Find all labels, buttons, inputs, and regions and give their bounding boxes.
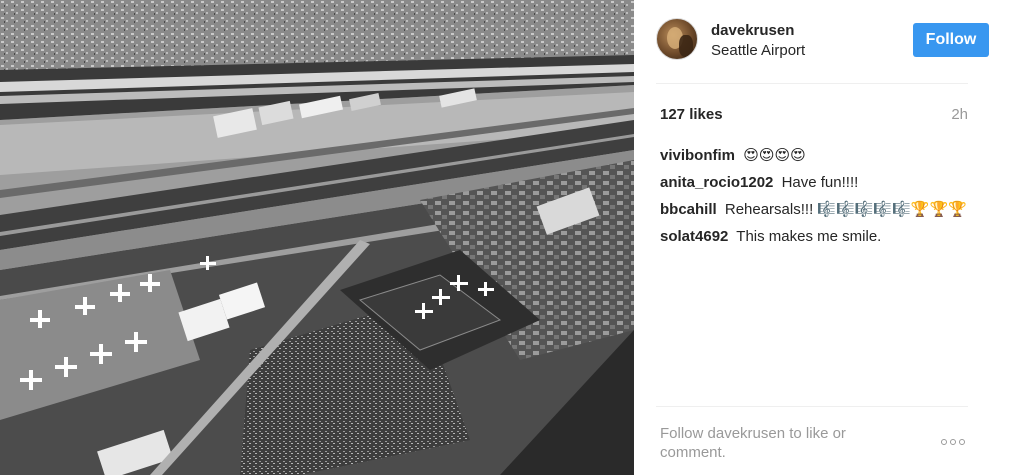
dot-icon (950, 439, 956, 445)
username-link[interactable]: davekrusen (711, 22, 794, 39)
comment-item: solat4692 This makes me smile. (660, 227, 980, 254)
post-timestamp[interactable]: 2h (951, 106, 968, 123)
comment-list: vivibonfim 😍😍😍😍 anita_rocio1202 Have fun… (660, 146, 980, 254)
likes-count[interactable]: 127 likes (660, 106, 723, 123)
post-header: davekrusen Seattle Airport Follow (656, 18, 989, 64)
more-options-icon[interactable] (940, 437, 968, 447)
footer-divider (656, 406, 968, 407)
comment-text: This makes me smile. (736, 228, 882, 245)
comment-username[interactable]: vivibonfim (660, 147, 735, 164)
airport-aerial-image (0, 0, 634, 475)
comment-text: Have fun!!!! (781, 174, 859, 191)
post-side-panel: davekrusen Seattle Airport Follow 127 li… (634, 0, 1024, 475)
follow-prompt[interactable]: Follow davekrusen to like or comment. (660, 424, 900, 462)
comment-item: anita_rocio1202 Have fun!!!! (660, 173, 980, 200)
comment-username[interactable]: anita_rocio1202 (660, 174, 773, 191)
comment-username[interactable]: solat4692 (660, 228, 728, 245)
comment-item: vivibonfim 😍😍😍😍 (660, 146, 980, 173)
comment-item: bbcahill Rehearsals!!! 🎼🎼🎼🎼🎼🏆🏆🏆 (660, 200, 980, 227)
post-photo[interactable] (0, 0, 634, 475)
instagram-post: davekrusen Seattle Airport Follow 127 li… (0, 0, 1024, 475)
location-link[interactable]: Seattle Airport (711, 42, 805, 59)
header-divider (656, 83, 968, 84)
comment-text: Rehearsals!!! 🎼🎼🎼🎼🎼🏆🏆🏆 (724, 201, 967, 218)
comment-text: 😍😍😍😍 (743, 147, 806, 164)
comment-username[interactable]: bbcahill (660, 201, 717, 218)
dot-icon (941, 439, 947, 445)
dot-icon (959, 439, 965, 445)
avatar-shadow (679, 35, 693, 57)
avatar[interactable] (656, 18, 698, 60)
follow-button[interactable]: Follow (913, 23, 989, 57)
